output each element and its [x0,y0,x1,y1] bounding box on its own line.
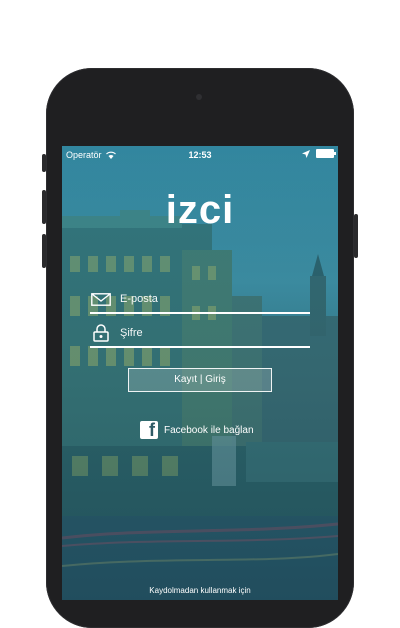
front-camera [196,94,202,100]
app-logo: izci [62,188,338,233]
app-screen: Operatör 12:53 izci E-posta Kayıt | Giri… [62,146,338,600]
volume-down-button [42,234,46,268]
facebook-icon: f [140,421,158,439]
login-register-button[interactable]: Kayıt | Giriş [128,368,272,392]
lock-icon [90,324,112,342]
logo-text: izci [165,188,235,232]
status-right [302,149,336,158]
volume-up-button [42,190,46,224]
facebook-login-label: Facebook ile bağlan [164,424,254,436]
password-input[interactable] [118,326,292,340]
mute-switch [42,154,46,172]
envelope-icon [90,291,112,307]
status-time: 12:53 [188,150,212,160]
skip-registration-link[interactable]: Kaydolmadan kullanmak için [62,586,338,595]
battery-icon [316,149,336,158]
facebook-login-button[interactable]: f Facebook ile bağlan [140,420,254,440]
status-bar: Operatör 12:53 [62,146,338,164]
email-field[interactable] [90,286,310,314]
location-arrow-icon [302,149,310,158]
email-input[interactable] [118,292,292,306]
password-field[interactable] [90,320,310,348]
power-button [354,214,358,258]
